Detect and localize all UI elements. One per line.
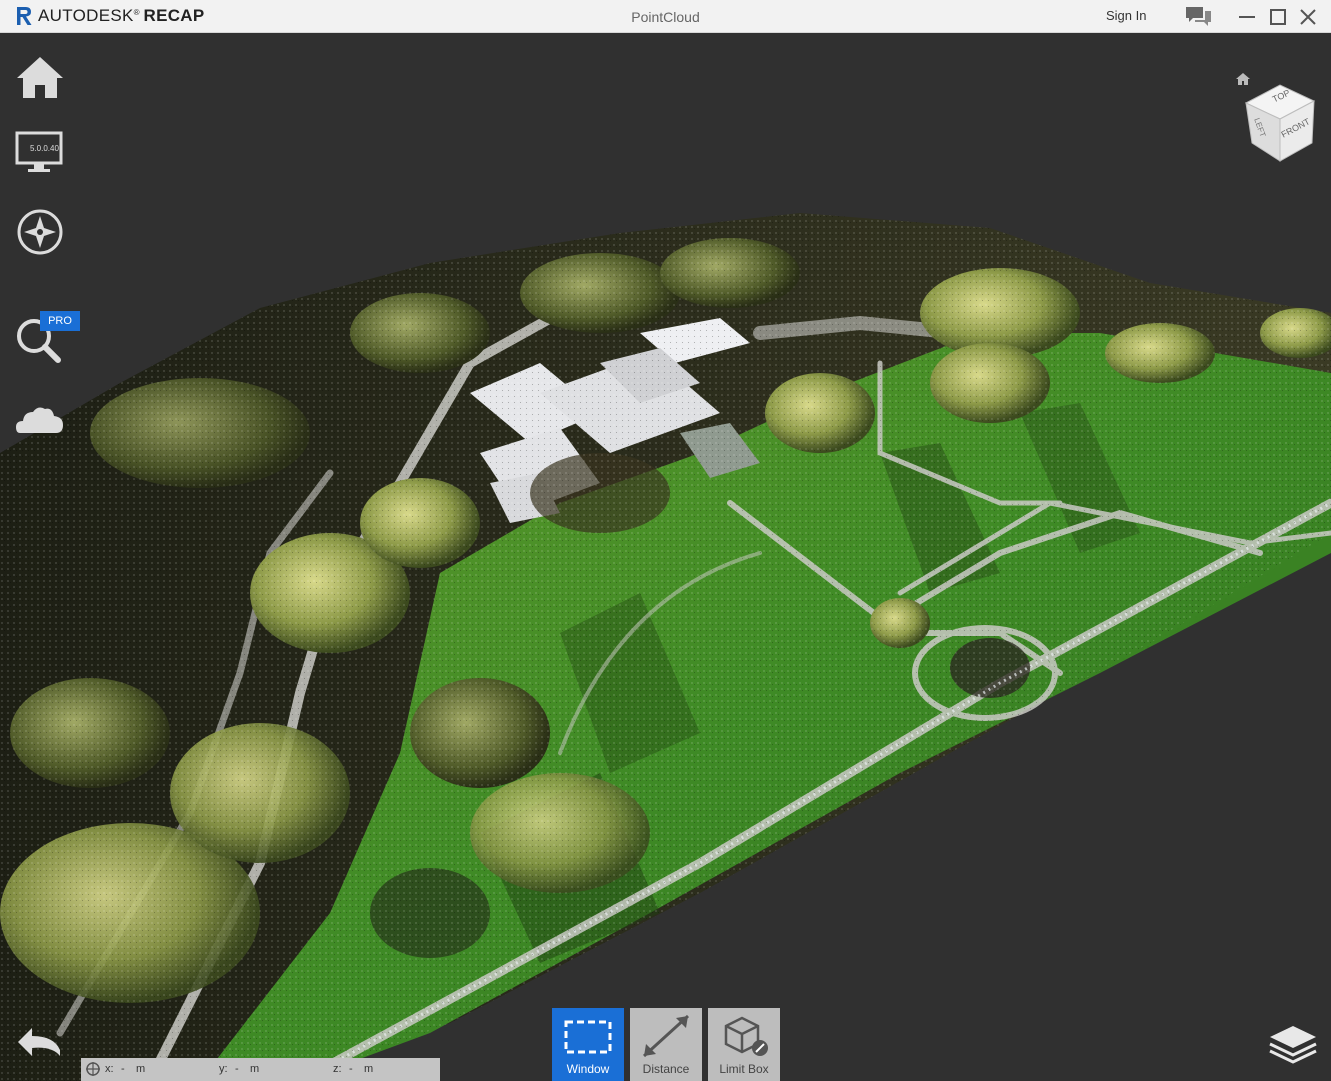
limit-box-icon: [724, 1016, 768, 1056]
viewcube-home-icon[interactable]: [1236, 73, 1250, 85]
y-unit: m: [250, 1063, 260, 1075]
window-label: Window: [566, 1062, 610, 1076]
close-icon[interactable]: [1299, 8, 1317, 26]
app-logo: AUTODESK ® RECAP: [16, 6, 205, 26]
registered-mark: ®: [133, 7, 140, 17]
z-label: z:: [333, 1063, 342, 1075]
undo-arrow-icon[interactable]: [14, 1022, 66, 1062]
minimize-icon[interactable]: [1238, 8, 1256, 26]
sign-in-link[interactable]: Sign In: [1106, 8, 1146, 23]
layers-icon[interactable]: [1266, 1022, 1320, 1066]
point-cloud-viewport[interactable]: 5.0.0.40 PRO TOP LEFT FRONT: [0, 33, 1331, 1081]
crosshair-icon: [86, 1062, 100, 1076]
window-select-button[interactable]: Window: [552, 1008, 624, 1081]
limit-box-label: Limit Box: [719, 1062, 769, 1076]
y-value: -: [235, 1063, 239, 1075]
home-icon[interactable]: [14, 53, 66, 105]
recap-logo-icon: [17, 7, 32, 25]
window-select-icon: [564, 1020, 612, 1054]
x-unit: m: [136, 1063, 146, 1075]
cloud-icon[interactable]: [14, 396, 66, 448]
point-cloud-scene[interactable]: [0, 33, 1331, 1081]
pro-badge: PRO: [40, 311, 80, 331]
distance-icon: [642, 1014, 690, 1058]
x-value: -: [121, 1063, 125, 1075]
coordinate-readout: x: - m y: - m z: - m: [81, 1058, 440, 1081]
y-label: y:: [219, 1063, 228, 1075]
limit-box-button[interactable]: Limit Box: [708, 1008, 780, 1081]
distance-label: Distance: [642, 1062, 690, 1076]
comments-icon[interactable]: [1185, 6, 1212, 28]
brand-text: AUTODESK: [38, 6, 134, 25]
z-value: -: [349, 1063, 353, 1075]
x-label: x:: [105, 1063, 114, 1075]
distance-button[interactable]: Distance: [630, 1008, 702, 1081]
maximize-icon[interactable]: [1269, 8, 1287, 26]
display-settings-button[interactable]: 5.0.0.40: [14, 130, 66, 175]
product-name: RECAP: [143, 6, 205, 25]
navigation-compass-icon[interactable]: [14, 206, 66, 258]
version-text: 5.0.0.40: [30, 144, 59, 153]
z-unit: m: [364, 1063, 374, 1075]
view-cube[interactable]: TOP LEFT FRONT: [1236, 73, 1320, 165]
title-bar: AUTODESK ® RECAP PointCloud Sign In: [0, 0, 1331, 33]
